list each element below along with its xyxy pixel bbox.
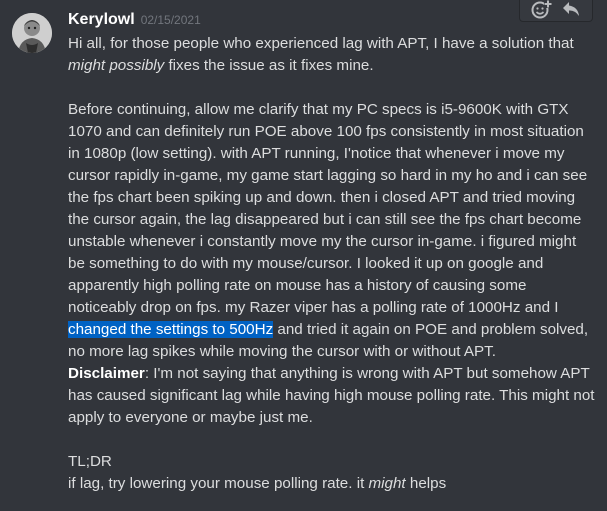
text-segment: Hi all, for those people who experienced… (68, 35, 574, 52)
username[interactable]: Kerylowl (68, 11, 135, 28)
message-timestamp: 02/15/2021 (140, 13, 201, 27)
message-paragraph-body: Before continuing, allow me clarify that… (68, 99, 596, 429)
tldr-label: TL;DR (68, 453, 112, 470)
user-avatar[interactable] (12, 13, 52, 53)
italic-text: might possibly (68, 57, 165, 74)
text-segment: helps (405, 475, 447, 492)
text-segment: fixes the issue as it fixes mine. (164, 57, 374, 74)
message-content: Hi all, for those people who experienced… (68, 33, 596, 495)
chat-message: Kerylowl 02/15/2021 Hi all, for those peo… (0, 0, 607, 511)
message-header: Kerylowl 02/15/2021 (68, 11, 201, 29)
message-toolbar (519, 0, 593, 22)
avatar-image (12, 13, 52, 53)
text-segment: if lag, try lowering your mouse polling … (68, 475, 369, 492)
italic-text: might (368, 475, 406, 492)
add-reaction-icon (531, 0, 552, 19)
selected-text: changed the settings to 500Hz (68, 321, 274, 338)
disclaimer-text: : I'm not saying that anything is wrong … (68, 365, 595, 426)
add-reaction-button[interactable] (530, 0, 552, 20)
reply-button[interactable] (560, 0, 582, 20)
message-paragraph-intro: Hi all, for those people who experienced… (68, 33, 596, 77)
message-paragraph-tldr: TL;DR if lag, try lowering your mouse pol… (68, 451, 596, 495)
reply-icon (563, 2, 579, 16)
disclaimer-label: Disclaimer (68, 365, 145, 382)
text-segment: Before continuing, allow me clarify that… (68, 101, 588, 316)
